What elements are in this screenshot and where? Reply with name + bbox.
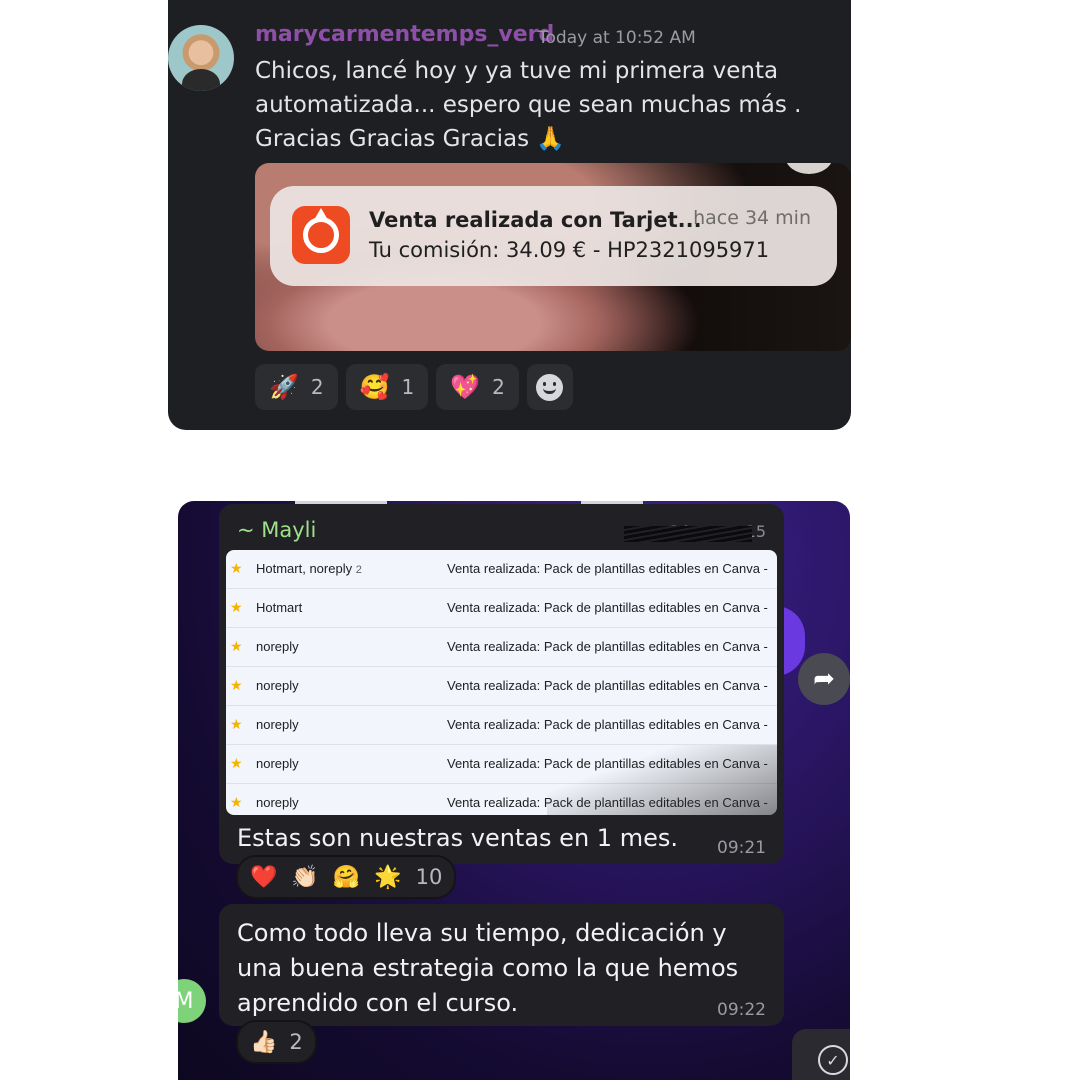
star-emoji: 🌟 [374, 864, 402, 890]
discord-message-card: marycarmentemps_verd Today at 10:52 AM C… [168, 0, 851, 430]
email-sender: Hotmart, noreply [256, 561, 353, 576]
reaction-count: 2 [310, 375, 324, 399]
reaction-bar[interactable]: 👍🏻 2 [236, 1020, 317, 1064]
reaction-count: 1 [401, 375, 415, 399]
notification-body: Tu comisión: 34.09 € - HP2321095971 [369, 238, 770, 262]
email-from: Hotmart, noreply 2 [256, 561, 362, 576]
email-sender: noreply [256, 795, 299, 810]
email-sender: noreply [256, 717, 299, 732]
reaction-bar[interactable]: ❤️ 👏🏻 🤗 🌟 10 [236, 855, 457, 899]
email-subject: Venta realizada: Pack de plantillas edit… [447, 600, 768, 615]
email-row: ★ noreply Venta realizada: Pack de plant… [226, 628, 777, 667]
email-row: ★ noreply Venta realizada: Pack de plant… [226, 667, 777, 706]
sale-notification: Venta realizada con Tarjet... hace 34 mi… [270, 186, 837, 286]
hugging-emoji: 🤗 [332, 864, 361, 890]
message-text: Como todo lleva su tiempo, dedicación y … [237, 919, 739, 1017]
sparkling-heart-emoji: 💖 [450, 373, 481, 401]
star-icon: ★ [230, 599, 243, 615]
rocket-emoji: 🚀 [269, 373, 299, 401]
reaction-count: 2 [289, 1030, 303, 1054]
telegram-chat-card: ~ Mayli +34 ··· ·· ·· 15 ★ Hotmart, nore… [178, 501, 850, 1080]
star-icon: ★ [230, 716, 243, 732]
smiley-icon [536, 373, 564, 401]
share-arrow-icon[interactable]: ➦ [798, 653, 850, 705]
message-timestamp: Today at 10:52 AM [538, 28, 696, 48]
email-subject: Venta realizada: Pack de plantillas edit… [447, 678, 768, 693]
hotmart-flame-icon [292, 206, 350, 264]
heart-emoji: ❤️ [250, 864, 278, 890]
reaction-count: 2 [492, 375, 505, 399]
star-icon: ★ [230, 560, 243, 576]
message-text: Chicos, lancé hoy y ya tuve mi primera v… [255, 58, 802, 152]
thumbs-up-emoji: 👍🏻 [250, 1029, 278, 1055]
reaction-sparkling-heart[interactable]: 💖 2 [436, 364, 519, 410]
star-icon: ★ [230, 638, 243, 654]
scroll-down-button[interactable]: ✓ [792, 1029, 850, 1080]
notification-time: hace 34 min [693, 207, 811, 229]
reaction-rocket[interactable]: 🚀 2 [255, 364, 338, 410]
email-subject: Venta realizada: Pack de plantillas edit… [447, 561, 768, 576]
notification-title: Venta realizada con Tarjet... [369, 208, 702, 232]
message-bubble-images[interactable]: ~ Mayli +34 ··· ·· ·· 15 ★ Hotmart, nore… [219, 504, 784, 864]
email-subject: Venta realizada: Pack de plantillas edit… [447, 717, 768, 732]
email-list-screenshot[interactable]: ★ Hotmart, noreply 2 Venta realizada: Pa… [226, 550, 777, 815]
scroll-down-icon: ✓ [818, 1045, 848, 1075]
email-sender: noreply [256, 756, 299, 771]
email-row: ★ noreply Venta realizada: Pack de plant… [226, 706, 777, 745]
email-sender: Hotmart [256, 600, 303, 615]
sender-avatar[interactable]: M [178, 979, 206, 1023]
image-shadow [547, 745, 777, 815]
reaction-bar: 🚀 2 🥰 1 💖 2 [255, 364, 573, 410]
photo-background-shape [785, 163, 833, 174]
reaction-smiling-hearts[interactable]: 🥰 1 [345, 364, 429, 410]
add-reaction-button[interactable] [526, 364, 573, 410]
email-thread-count: 2 [355, 564, 362, 576]
redaction-scribble [624, 526, 752, 542]
star-icon: ★ [230, 755, 243, 771]
email-sender: noreply [256, 678, 299, 693]
smiling-hearts-emoji: 🥰 [359, 373, 390, 401]
message-time: 09:21 [717, 838, 766, 858]
message-time: 09:22 [717, 1000, 766, 1020]
message-bubble-text[interactable]: Como todo lleva su tiempo, dedicación y … [219, 904, 784, 1026]
user-avatar[interactable] [168, 25, 234, 91]
email-row: ★ Hotmart, noreply 2 Venta realizada: Pa… [226, 550, 777, 589]
star-icon: ★ [230, 677, 243, 693]
message-caption: Estas son nuestras ventas en 1 mes. [237, 824, 678, 852]
star-icon: ★ [230, 794, 243, 810]
email-subject: Venta realizada: Pack de plantillas edit… [447, 639, 768, 654]
reaction-count: 10 [415, 865, 443, 889]
clapping-emoji: 👏🏻 [291, 864, 319, 890]
email-row: ★ Hotmart Venta realizada: Pack de plant… [226, 589, 777, 628]
username[interactable]: marycarmentemps_verd [255, 22, 554, 47]
email-sender: noreply [256, 639, 299, 654]
attached-screenshot[interactable]: Venta realizada con Tarjet... hace 34 mi… [255, 163, 851, 351]
sender-name[interactable]: ~ Mayli [237, 518, 316, 542]
